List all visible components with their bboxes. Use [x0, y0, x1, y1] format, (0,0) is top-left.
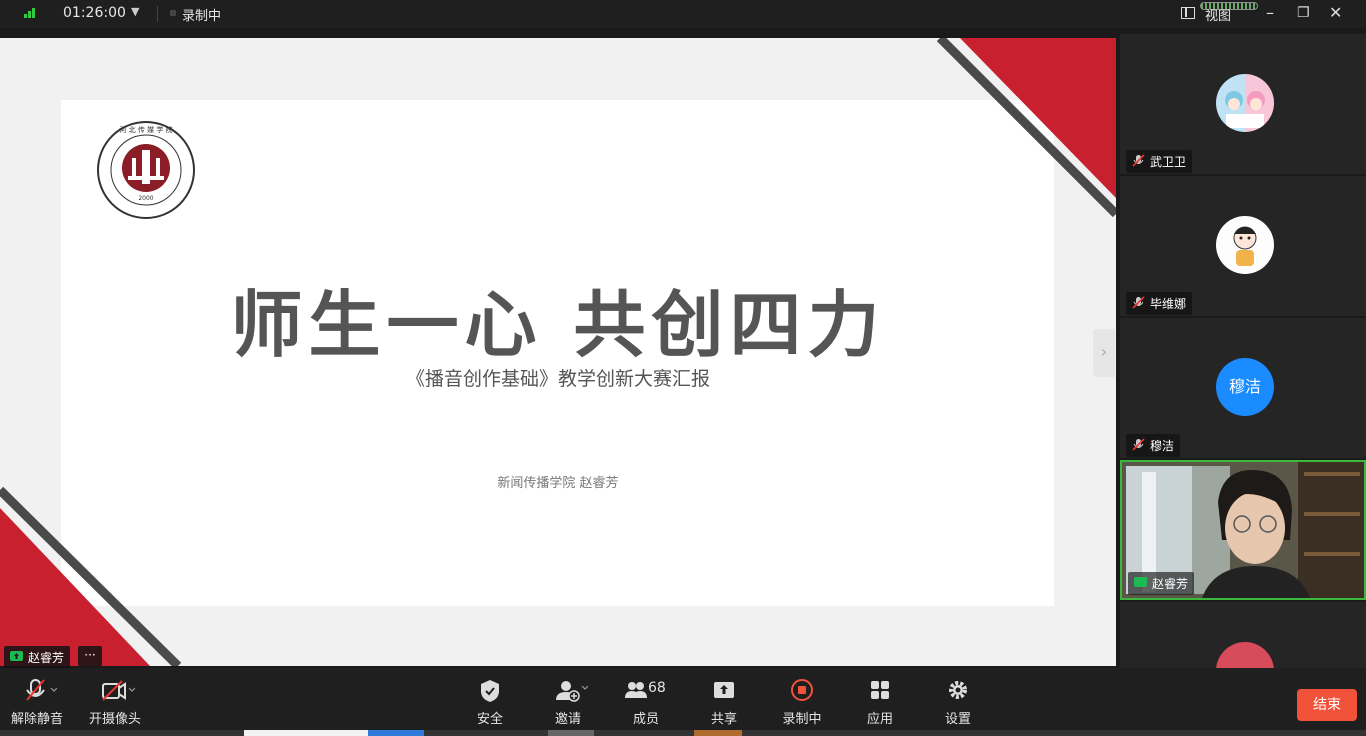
- camera-off-icon: [102, 680, 135, 701]
- share-label: 共享: [710, 712, 737, 727]
- meeting-top-bar: 01:26:00 ▼ 录制中 视图 – ❐ ✕: [0, 0, 1366, 28]
- camera-button[interactable]: 开摄像头: [80, 678, 150, 727]
- anime-avatar-icon: [1216, 74, 1274, 132]
- participant-name-tag: 穆洁: [1126, 434, 1181, 457]
- slide-subtitle: 《播音创作基础》教学创新大赛汇报: [405, 368, 710, 390]
- recording-button[interactable]: 录制中: [767, 678, 837, 727]
- participant-tile[interactable]: 穆洁 穆洁: [1120, 318, 1366, 458]
- participant-name: 赵睿芳: [1152, 577, 1189, 591]
- members-label: 成员: [632, 712, 659, 727]
- apps-label: 应用: [866, 712, 893, 727]
- end-meeting-button[interactable]: 结束: [1297, 689, 1357, 721]
- mic-active-icon: [1134, 577, 1147, 587]
- unmute-button[interactable]: 解除静音: [2, 678, 72, 727]
- slide-title: 师生一心 共创四力: [230, 283, 886, 367]
- close-icon[interactable]: ✕: [1329, 3, 1342, 22]
- share-button[interactable]: 共享: [689, 678, 759, 727]
- slide-author: 新闻传播学院 赵睿芳: [497, 476, 619, 491]
- chevron-right-icon[interactable]: ›: [1093, 329, 1115, 377]
- view-layout-icon[interactable]: [1181, 7, 1195, 19]
- duration-dropdown-icon[interactable]: ▼: [131, 5, 139, 18]
- apps-grid-icon: [871, 681, 889, 699]
- presenter-name: 赵睿芳: [28, 651, 65, 665]
- members-icon: 68: [624, 678, 668, 704]
- share-screen-icon: [714, 682, 734, 698]
- participant-panel: 武卫卫 毕维娜 穆洁 穆洁 赵睿芳: [1118, 30, 1366, 674]
- mic-muted-icon: [1132, 154, 1145, 167]
- university-logo: 2000 河 北 传 媒 学 院: [97, 121, 195, 219]
- network-signal-icon[interactable]: [24, 8, 38, 18]
- shared-screen-slide: 2000 河 北 传 媒 学 院 师生一心 共创四力 《播音创作基础》教学创新大…: [0, 38, 1116, 666]
- participant-tile[interactable]: [1120, 602, 1366, 674]
- divider: [157, 6, 158, 22]
- minimize-icon[interactable]: –: [1266, 3, 1274, 22]
- screen-share-icon: [10, 651, 23, 661]
- members-button[interactable]: 68 成员: [611, 678, 681, 727]
- svg-text:2000: 2000: [138, 195, 153, 202]
- gear-icon: [949, 681, 967, 699]
- top-right-red-triangle: [960, 38, 1116, 198]
- unmute-label: 解除静音: [10, 712, 63, 727]
- security-button[interactable]: 安全: [455, 678, 525, 727]
- participant-tile[interactable]: 武卫卫: [1120, 34, 1366, 174]
- camera-label: 开摄像头: [88, 712, 141, 727]
- cartoon-avatar-icon: [1216, 216, 1274, 274]
- taskbar-strip: [0, 730, 1366, 736]
- more-options-button[interactable]: ···: [78, 646, 102, 666]
- participant-name: 毕维娜: [1150, 297, 1187, 311]
- mic-muted-icon: [1132, 438, 1145, 451]
- text-avatar: 穆洁: [1216, 358, 1274, 416]
- settings-label: 设置: [944, 712, 971, 727]
- svg-text:河 北 传 媒 学 院: 河 北 传 媒 学 院: [119, 125, 172, 134]
- view-button[interactable]: 视图: [1205, 5, 1231, 24]
- participant-name: 穆洁: [1150, 439, 1175, 453]
- active-speaker-video-tile[interactable]: 赵睿芳: [1120, 460, 1366, 600]
- participant-tile[interactable]: 毕维娜: [1120, 176, 1366, 316]
- add-user-icon: [556, 681, 588, 702]
- member-count: 68: [648, 680, 666, 696]
- meeting-duration: 01:26:00: [63, 5, 126, 21]
- mic-muted-icon: [1132, 296, 1145, 309]
- record-stop-icon: [791, 679, 813, 701]
- settings-button[interactable]: 设置: [923, 678, 993, 727]
- presenter-name-tag: 赵睿芳: [4, 646, 71, 669]
- recording-indicator-icon: [170, 10, 176, 16]
- invite-button[interactable]: 邀请: [533, 678, 603, 727]
- apps-button[interactable]: 应用: [845, 678, 915, 727]
- meeting-toolbar: 解除静音 开摄像头 安全 邀请 68 成员 共享 录制中 应用 设置 结束: [0, 668, 1366, 736]
- mic-muted-icon: [26, 679, 57, 701]
- participant-name-tag: 毕维娜: [1126, 292, 1193, 315]
- participant-name: 武卫卫: [1150, 155, 1187, 169]
- security-label: 安全: [476, 712, 503, 727]
- bottom-left-red-triangle: [0, 508, 150, 666]
- participant-name-tag: 武卫卫: [1126, 150, 1193, 173]
- maximize-icon[interactable]: ❐: [1297, 5, 1310, 21]
- recording-status[interactable]: 录制中: [182, 5, 221, 24]
- recording-label: 录制中: [782, 712, 822, 727]
- shield-icon: [481, 680, 499, 702]
- participant-name-tag: 赵睿芳: [1128, 572, 1195, 595]
- invite-label: 邀请: [554, 712, 581, 727]
